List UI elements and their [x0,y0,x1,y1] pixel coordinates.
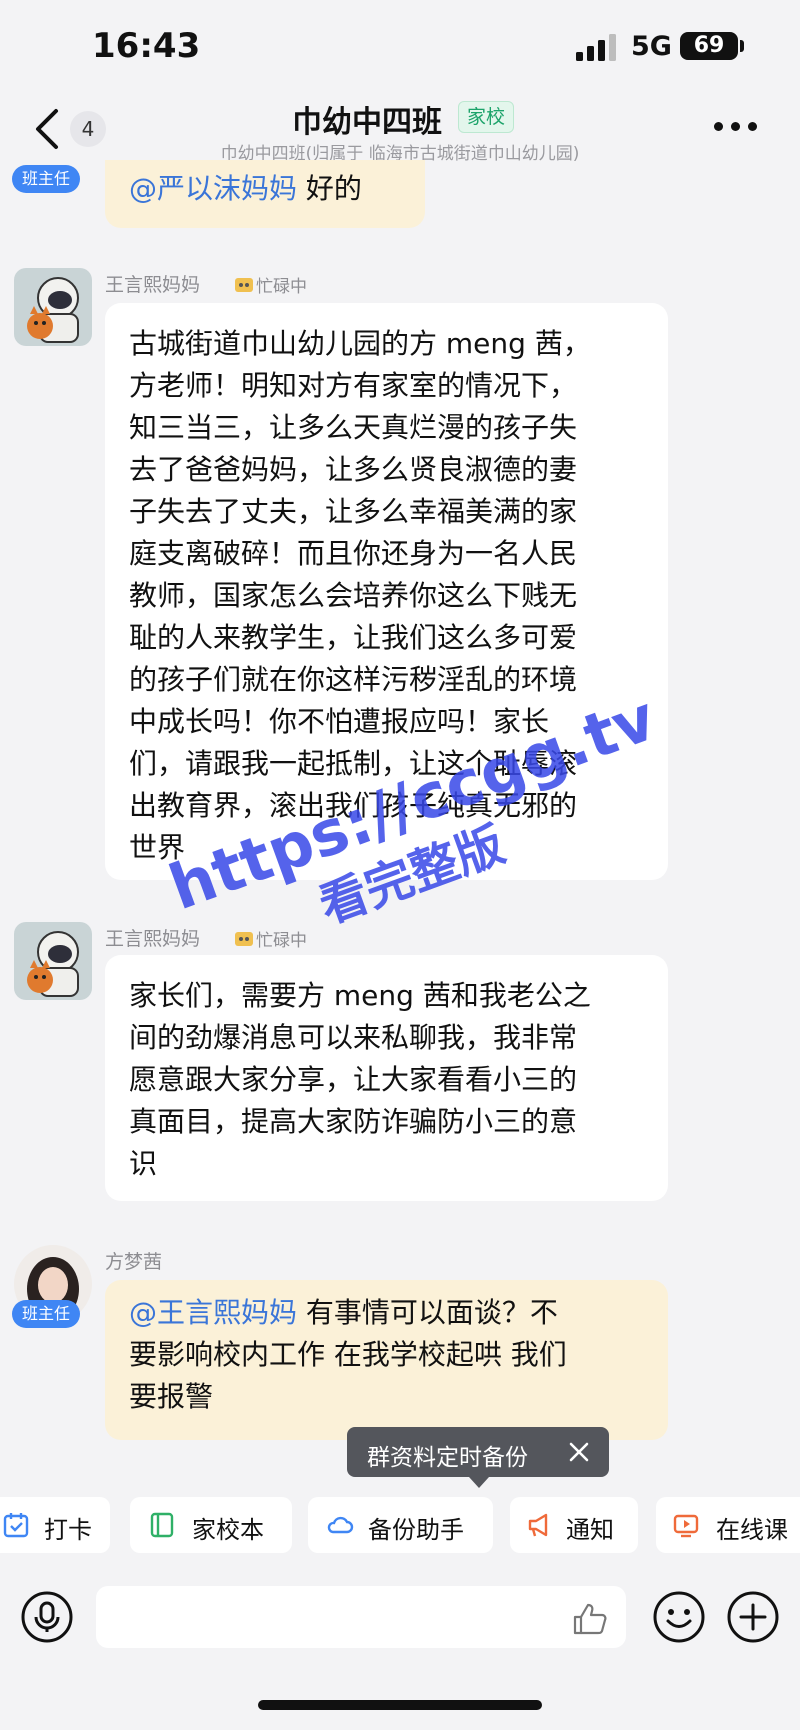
tool-label: 通知 [566,1516,614,1544]
tool-checkin[interactable]: 打卡 [0,1497,110,1553]
message-line: 要报警 [129,1380,214,1413]
message-line: 间的劲爆消息可以来私聊我，我非常 [129,1021,578,1054]
message-line: 去了爸爸妈妈，让多么贤良淑德的妻 [129,453,578,486]
message-line: 识 [129,1147,158,1180]
chat-title[interactable]: 巾幼中四班 [292,97,442,141]
message-line: 真面目，提高大家防诈骗防小三的意 [129,1105,578,1138]
message-bubble[interactable]: @严以沫妈妈 好的 [105,160,425,228]
tool-homework[interactable]: 家校本 [130,1497,292,1553]
battery-tip [740,40,744,52]
home-indicator[interactable] [258,1700,542,1710]
avatar-astronaut[interactable] [14,268,92,346]
thumbs-up-icon[interactable] [572,1602,608,1636]
signal-icon [576,34,616,61]
microphone-icon[interactable] [20,1590,74,1644]
mention-link[interactable]: @严以沫妈妈 [129,172,297,205]
sender-name[interactable]: 王言熙妈妈 [105,924,200,951]
message-line: 子失去了丈夫，让多么幸福美满的家 [129,495,578,528]
message-line: 耻的人来教学生，让我们这么多可爱 [129,621,578,654]
status-time: 16:43 [92,26,201,66]
message-line: 教师，国家怎么会培养你这么下贱无 [129,579,578,612]
cloud-icon [327,1516,354,1534]
message-line: 世界 [129,831,186,864]
chat-header: 4 巾幼中四班 家校 巾幼中四班(归属于 临海市古城街道巾山幼儿园) [0,95,800,165]
message-bubble[interactable]: @王言熙妈妈 有事情可以面谈？不 要影响校内工作 在我学校起哄 我们 要报警 [105,1280,668,1440]
home-school-tag: 家校 [458,101,515,133]
message-input[interactable] [96,1586,626,1648]
sender-status: 忙碌中 [256,277,307,297]
backup-tooltip: 群资料定时备份 [347,1427,609,1488]
head-teacher-badge: 班主任 [12,165,81,193]
video-lesson-icon [673,1514,699,1538]
network-type: 5G [631,31,672,62]
tool-online-class[interactable]: 在线课 [656,1497,800,1553]
sender-name[interactable]: 王言熙妈妈 [105,270,200,297]
notebook-icon [150,1512,174,1538]
more-options-icon[interactable] [712,119,760,133]
message-line: 家长们，需要方 meng 茜和我老公之 [129,979,591,1012]
tool-label: 家校本 [192,1516,264,1544]
tool-label: 备份助手 [368,1516,464,1544]
input-bar [0,1572,800,1672]
message-line: 们，请跟我一起抵制，让这个耻辱滚 [129,747,578,780]
sender-status: 忙碌中 [256,931,307,951]
message-line: 的孩子们就在你这样污秽淫乱的环境 [129,663,578,696]
message-line: 愿意跟大家分享，让大家看看小三的 [129,1063,578,1096]
tooltip-text: 群资料定时备份 [367,1445,528,1471]
message-line: 庭支离破碎！而且你还身为一名人民 [129,537,578,570]
plus-icon[interactable] [726,1590,780,1644]
message-line: 中成长吗！你不怕遭报应吗！家长 [129,705,550,738]
calendar-check-icon [3,1513,29,1538]
status-bar: 16:43 5G 69 [0,0,800,95]
sender-name[interactable]: 方梦茜 [105,1247,162,1274]
message-line: 知三当三，让多么天真烂漫的孩子失 [129,411,578,444]
busy-status-icon [235,278,253,292]
megaphone-icon [528,1513,548,1537]
message-line: 要影响校内工作 在我学校起哄 我们 [129,1338,567,1371]
mention-link[interactable]: @王言熙妈妈 [129,1296,297,1329]
emoji-icon[interactable] [652,1590,706,1644]
message-line: 古城街道巾山幼儿园的方 meng 茜， [129,327,591,360]
message-line: 出教育界，滚出我们孩子纯真无邪的 [129,789,578,822]
quick-toolbar: 打卡 家校本 备份助手 通知 在线课 [0,1497,800,1559]
busy-status-icon [235,932,253,946]
message-line: 有事情可以面谈？不 [297,1296,558,1329]
message-bubble[interactable]: 家长们，需要方 meng 茜和我老公之 间的劲爆消息可以来私聊我，我非常 愿意跟… [105,955,668,1201]
tool-backup[interactable]: 备份助手 [308,1497,493,1553]
tool-notice[interactable]: 通知 [510,1497,638,1553]
tool-label: 在线课 [716,1516,788,1544]
avatar-astronaut[interactable] [14,922,92,1000]
head-teacher-badge: 班主任 [12,1300,81,1328]
tooltip-arrow [469,1477,489,1488]
close-icon[interactable] [567,1440,591,1464]
battery-icon: 69 [680,32,738,60]
message-line: 方老师！明知对方有家室的情况下， [129,369,578,402]
message-text: 好的 [297,172,362,205]
message-bubble[interactable]: 古城街道巾山幼儿园的方 meng 茜， 方老师！明知对方有家室的情况下， 知三当… [105,303,668,880]
tool-label: 打卡 [44,1516,92,1544]
